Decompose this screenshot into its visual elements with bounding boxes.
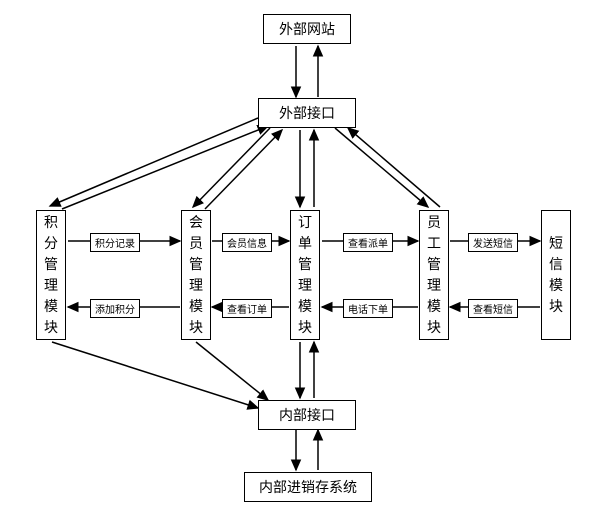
node-label: 外部网站 xyxy=(279,19,335,39)
edge-label-points-to-member: 积分记录 xyxy=(90,233,140,252)
node-internal-system: 内部进销存系统 xyxy=(244,472,372,502)
node-order-module: 订单管理模块 xyxy=(290,210,320,340)
edge-label-order-to-member: 查看订单 xyxy=(222,299,272,318)
node-label: 员工管理模块 xyxy=(427,212,441,338)
edge-label-staff-to-sms: 发送短信 xyxy=(468,233,518,252)
node-staff-module: 员工管理模块 xyxy=(419,210,449,340)
edge-label-order-to-staff: 查看派单 xyxy=(343,233,393,252)
node-label: 积分管理模块 xyxy=(44,212,58,338)
node-label: 内部进销存系统 xyxy=(259,477,357,497)
edge-label-member-to-points: 添加积分 xyxy=(90,299,140,318)
node-external-interface: 外部接口 xyxy=(258,98,356,128)
edge-label-staff-to-order: 电话下单 xyxy=(343,299,393,318)
node-label: 内部接口 xyxy=(279,405,335,425)
node-label: 会员管理模块 xyxy=(189,212,203,338)
edge-label-sms-to-staff: 查看短信 xyxy=(468,299,518,318)
node-member-module: 会员管理模块 xyxy=(181,210,211,340)
node-label: 短信模块 xyxy=(549,233,563,317)
edge-label-member-to-order: 会员信息 xyxy=(222,233,272,252)
node-sms-module: 短信模块 xyxy=(541,210,571,340)
node-label: 外部接口 xyxy=(279,103,335,123)
node-internal-interface: 内部接口 xyxy=(258,400,356,430)
node-label: 订单管理模块 xyxy=(298,212,312,338)
node-points-module: 积分管理模块 xyxy=(36,210,66,340)
node-external-site: 外部网站 xyxy=(263,14,351,44)
